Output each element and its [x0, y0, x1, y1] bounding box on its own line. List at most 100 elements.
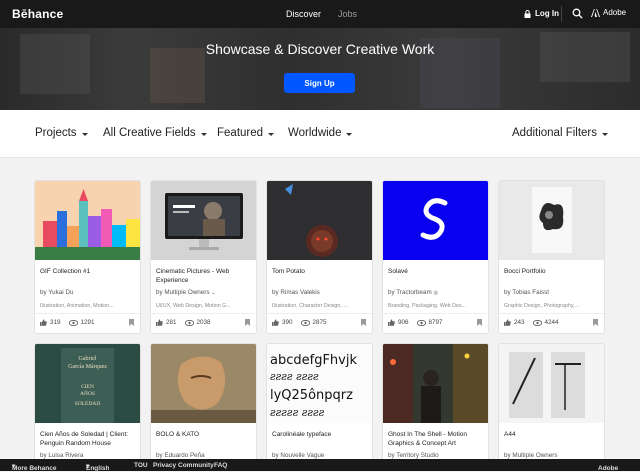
hero-banner: Showcase & Discover Creative Work Sign U… — [0, 28, 640, 110]
project-card[interactable]: GIF Collection #1 by Yukai Du Illustrati… — [35, 181, 140, 333]
lock-icon — [524, 9, 531, 18]
project-thumbnail[interactable]: Gabriel García Márquez CIEN AÑOS SOLEDAD — [35, 344, 140, 423]
project-card[interactable]: Ghost In The Shell - Motion Graphics & C… — [383, 344, 488, 464]
view-count: 4244 — [544, 319, 559, 326]
adobe-link[interactable]: Adobe — [591, 8, 626, 17]
project-thumbnail[interactable] — [383, 181, 488, 260]
bookmark-icon[interactable] — [129, 319, 134, 326]
project-title[interactable]: Tom Potato — [272, 267, 368, 276]
project-card[interactable]: abcdefgFhvjk ƨƨƨƨ ƨƨƨƨ lyQ25ônpqrz ƨƨƨƨƨ… — [267, 344, 372, 464]
project-owner[interactable]: by Multiple Owners ⌄ — [156, 289, 216, 296]
project-owner[interactable]: by Luisa Rivera — [40, 452, 83, 459]
more-behance-menu[interactable]: More Behance ▾ — [12, 462, 56, 472]
project-title[interactable]: A44 — [504, 430, 600, 439]
specimen-line-3: lyQ25ônpqrz — [270, 388, 353, 403]
filter-featured[interactable]: Featured — [217, 127, 275, 139]
project-card[interactable]: BOLO & KATO by Eduardo Peña — [151, 344, 256, 464]
city-illustration — [35, 181, 140, 260]
chevron-down-icon — [346, 132, 353, 136]
chevron-down-icon — [268, 132, 275, 136]
appreciation-count: 390 — [282, 319, 293, 326]
search-icon[interactable] — [572, 8, 583, 19]
footer-link-tou[interactable]: TOU — [134, 462, 148, 469]
signup-button[interactable]: Sign Up — [284, 73, 355, 93]
adobe-logo-icon — [591, 8, 600, 17]
project-owner[interactable]: by Yukai Du — [40, 289, 74, 296]
owner-name[interactable]: Eduardo Peña — [164, 452, 204, 459]
project-card[interactable]: Gabriel García Márquez CIEN AÑOS SOLEDAD… — [35, 344, 140, 464]
view-count: 8797 — [428, 319, 443, 326]
footer-bar: More Behance ▾ English ▾ TOU Privacy Com… — [0, 459, 640, 472]
project-thumbnail[interactable] — [499, 344, 604, 423]
chevron-down-icon — [200, 132, 207, 136]
project-title[interactable]: GIF Collection #1 — [40, 267, 136, 276]
project-card[interactable]: Bocci Portfolio by Tobias Faisst Graphic… — [499, 181, 604, 333]
project-owner[interactable]: by Tractorbeam ◎ — [388, 289, 438, 296]
footer-link-community[interactable]: Community — [178, 462, 214, 469]
specimen-line-2: ƨƨƨƨ ƨƨƨƨ — [270, 370, 319, 383]
project-fields: Graphic Design, Photography,... — [504, 303, 579, 309]
nav-discover[interactable]: Discover — [286, 9, 321, 19]
owner-name[interactable]: Rimas Valekis — [280, 289, 319, 296]
project-thumbnail[interactable] — [267, 181, 372, 260]
project-thumbnail[interactable] — [383, 344, 488, 423]
project-card[interactable]: Cinematic Pictures - Web Experience by M… — [151, 181, 256, 333]
project-owner[interactable]: by Multiple Owners — [504, 452, 558, 459]
project-title[interactable]: Carolinéale typeface — [272, 430, 368, 439]
project-thumbnail[interactable] — [499, 181, 604, 260]
project-owner[interactable]: by Eduardo Peña — [156, 452, 205, 459]
project-title[interactable]: Bocci Portfolio — [504, 267, 600, 276]
project-thumbnail[interactable] — [151, 181, 256, 260]
bookmark-icon[interactable] — [593, 319, 598, 326]
owner-name[interactable]: Nouvelle Vague — [280, 452, 324, 459]
project-title[interactable]: Solavé — [388, 267, 484, 276]
card-divider — [499, 313, 604, 314]
card-divider — [151, 313, 256, 314]
project-card[interactable]: Tom Potato by Rimas Valekis Illustration… — [267, 181, 372, 333]
footer-link-privacy[interactable]: Privacy — [153, 462, 176, 469]
footer-link-faq[interactable]: FAQ — [214, 462, 227, 469]
project-thumbnail[interactable]: abcdefgFhvjk ƨƨƨƨ ƨƨƨƨ lyQ25ônpqrz ƨƨƨƨƨ… — [267, 344, 372, 423]
filter-worldwide[interactable]: Worldwide — [288, 127, 353, 139]
project-card[interactable]: Solavé by Tractorbeam ◎ Branding, Packag… — [383, 181, 488, 333]
bookmark-icon[interactable] — [477, 319, 482, 326]
project-thumbnail[interactable] — [35, 181, 140, 260]
chevron-down-icon — [602, 132, 609, 136]
owner-name[interactable]: Luisa Rivera — [48, 452, 83, 459]
network-icon: ◎ — [433, 290, 438, 296]
filter-creative-fields[interactable]: All Creative Fields — [103, 127, 207, 139]
owner-name[interactable]: Territory Studio — [396, 452, 438, 459]
filter-projects[interactable]: Projects — [35, 127, 88, 139]
book-cover-image: Gabriel García Márquez CIEN AÑOS SOLEDAD — [35, 344, 140, 423]
project-title[interactable]: Ghost In The Shell - Motion Graphics & C… — [388, 430, 484, 448]
chevron-down-icon[interactable]: ⌄ — [211, 290, 215, 296]
project-owner[interactable]: by Nouvelle Vague — [272, 452, 324, 459]
project-stats: 390 2875 — [272, 319, 327, 326]
bookmark-icon[interactable] — [361, 319, 366, 326]
behance-logo[interactable]: Bēhance — [12, 7, 63, 21]
project-owner[interactable]: by Rimas Valekis — [272, 289, 320, 296]
top-navigation-bar: Bēhance Discover Jobs Log In Adobe — [0, 0, 640, 28]
additional-filters-button[interactable]: Additional Filters — [512, 127, 609, 139]
project-card[interactable]: A44 by Multiple Owners — [499, 344, 604, 464]
street-scene-image — [383, 344, 488, 423]
project-title[interactable]: BOLO & KATO — [156, 430, 252, 439]
bookmark-icon[interactable] — [245, 319, 250, 326]
login-button[interactable]: Log In — [524, 9, 559, 18]
project-thumbnail[interactable] — [151, 344, 256, 423]
monitor-mockup-image — [151, 181, 256, 260]
project-owner[interactable]: by Tobias Faisst — [504, 289, 549, 296]
owner-name[interactable]: Yukai Du — [48, 289, 73, 296]
project-title[interactable]: Cien Años de Soledad | Client: Penguin R… — [40, 430, 136, 448]
project-title[interactable]: Cinematic Pictures - Web Experience — [156, 267, 252, 285]
owner-name[interactable]: Multiple Owners — [512, 452, 557, 459]
solave-logo-image — [383, 181, 488, 260]
card-divider — [383, 313, 488, 314]
owner-name[interactable]: Multiple Owners — [164, 289, 209, 296]
project-owner[interactable]: by Territory Studio — [388, 452, 439, 459]
nav-jobs[interactable]: Jobs — [338, 9, 357, 19]
language-selector[interactable]: English ▾ — [86, 462, 109, 472]
owner-name[interactable]: Tobias Faisst — [512, 289, 549, 296]
owner-name[interactable]: Tractorbeam — [396, 289, 431, 296]
header-divider — [561, 6, 562, 22]
